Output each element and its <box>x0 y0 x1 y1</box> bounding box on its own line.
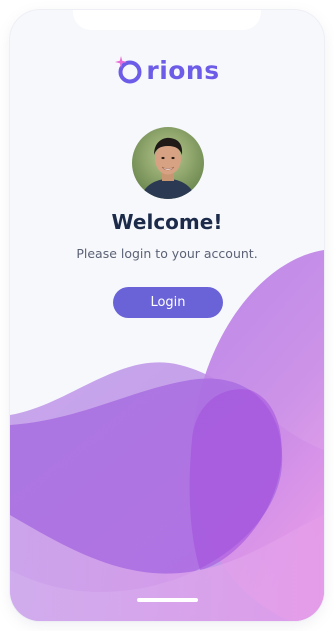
login-prompt-text: Please login to your account. <box>76 246 258 261</box>
brand-logo: rions <box>10 50 324 90</box>
avatar <box>132 127 204 199</box>
login-button[interactable]: Login <box>113 287 223 318</box>
welcome-title: Welcome! <box>111 210 223 234</box>
user-avatar-photo <box>132 127 204 199</box>
brand-name: rions <box>146 55 220 85</box>
phone-screen: rions Welcome! Please login to your acco… <box>10 10 324 621</box>
orion-ring-icon <box>115 56 142 84</box>
device-notch <box>73 10 261 30</box>
home-indicator[interactable] <box>137 598 198 602</box>
